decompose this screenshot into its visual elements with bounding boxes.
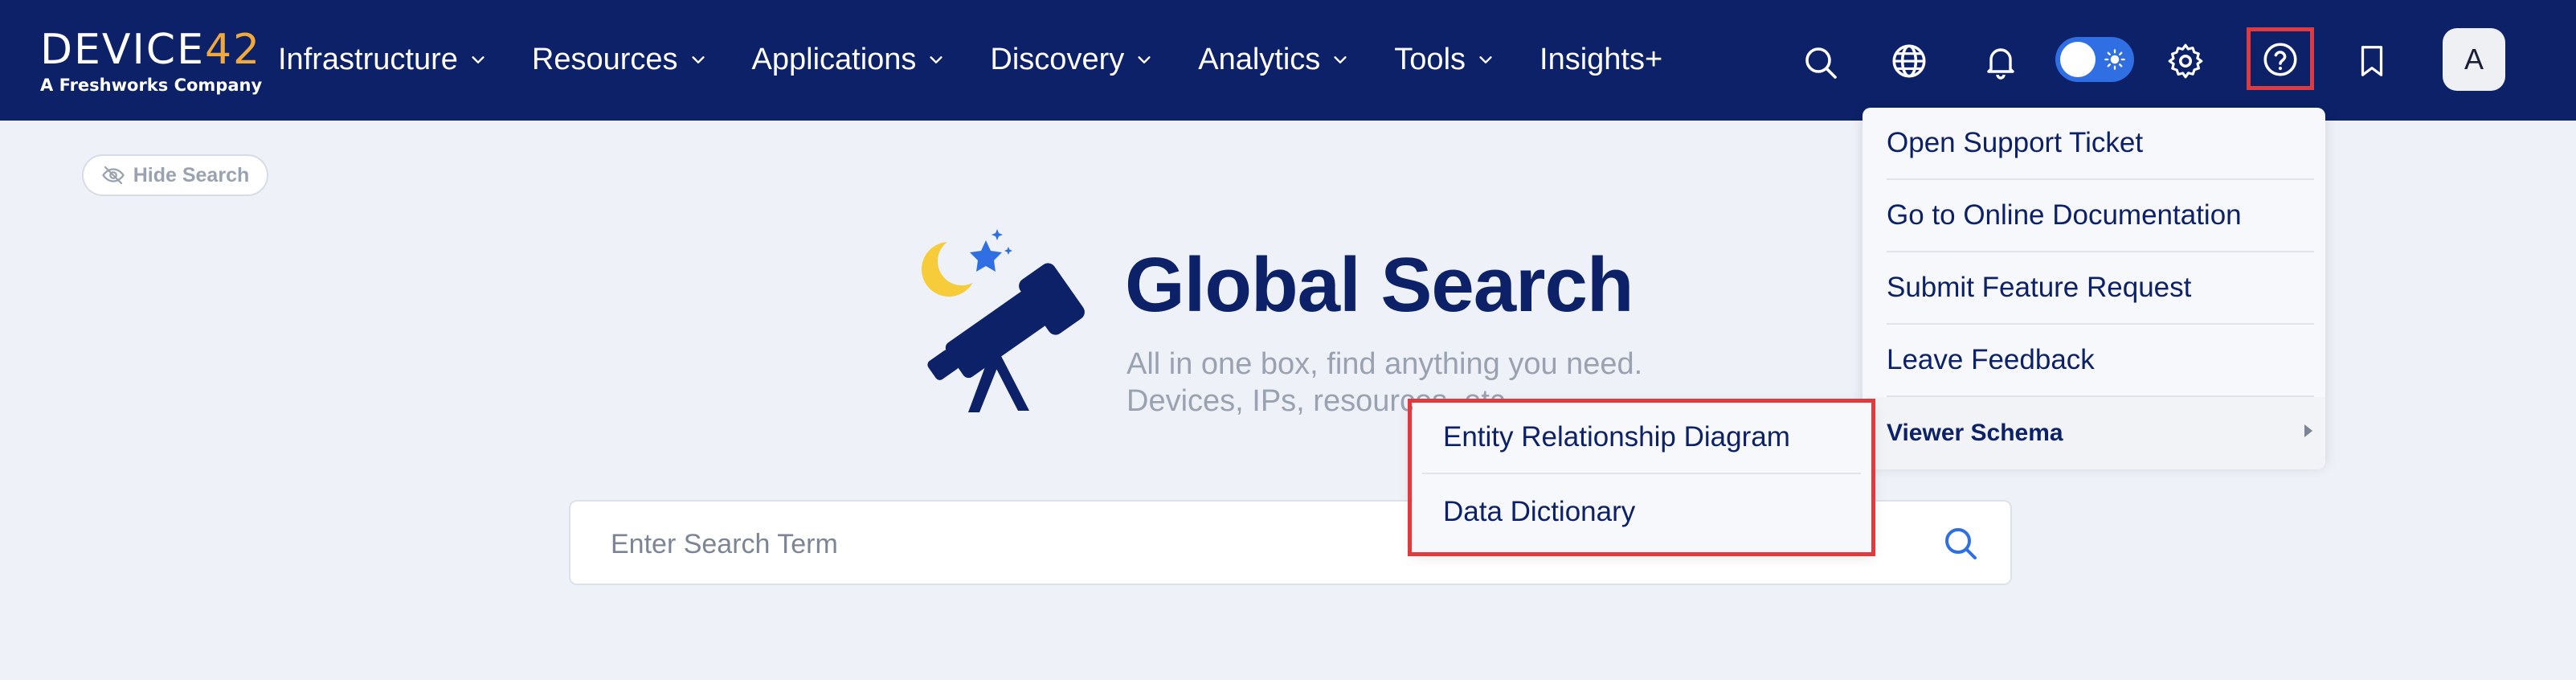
chevron-down-icon xyxy=(930,56,943,63)
nav-item-label: Insights+ xyxy=(1539,42,1663,76)
moon-icon xyxy=(922,237,986,297)
chevron-down-icon xyxy=(691,56,705,63)
chevron-down-icon xyxy=(1479,56,1492,63)
nav-item-infrastructure[interactable]: Infrastructure xyxy=(278,43,487,77)
help-dropdown-menu: Open Support Ticket Go to Online Documen… xyxy=(1862,108,2325,469)
telescope-illustration xyxy=(922,229,1085,412)
brand-wordmark: DEVICE42 xyxy=(40,26,262,74)
eye-off-icon xyxy=(101,166,125,185)
page-title: Global Search xyxy=(1125,242,1634,328)
toggle-knob xyxy=(2060,42,2096,77)
avatar[interactable]: A xyxy=(2443,28,2505,91)
nav-item-label: Resources xyxy=(531,42,678,76)
chevron-down-icon xyxy=(472,56,485,63)
chevron-down-icon xyxy=(1138,56,1151,63)
nav-item-label: Tools xyxy=(1394,42,1466,76)
gear-icon[interactable] xyxy=(2163,39,2208,84)
menu-item-submit-feature-request[interactable]: Submit Feature Request xyxy=(1887,252,2314,325)
nav-item-applications[interactable]: Applications xyxy=(752,43,946,77)
nav-item-label: Discovery xyxy=(990,42,1125,76)
menu-item-leave-feedback[interactable]: Leave Feedback xyxy=(1887,325,2314,397)
viewer-schema-submenu: Entity Relationship Diagram Data Diction… xyxy=(1413,402,1872,553)
search-icon[interactable] xyxy=(1798,40,1843,85)
subtitle-line: All in one box, find anything you need. xyxy=(1126,347,1643,381)
menu-item-online-documentation[interactable]: Go to Online Documentation xyxy=(1887,180,2314,252)
bell-icon[interactable] xyxy=(1978,39,2023,84)
menu-item-label: Viewer Schema xyxy=(1887,420,2063,446)
sun-icon xyxy=(2104,49,2125,70)
nav-item-analytics[interactable]: Analytics xyxy=(1198,43,1349,77)
main-nav: Infrastructure Resources Applications Di… xyxy=(278,35,1707,84)
hide-search-label: Hide Search xyxy=(133,163,250,186)
caret-right-icon xyxy=(2304,424,2312,437)
nav-item-label: Analytics xyxy=(1198,42,1321,76)
menu-item-open-support-ticket[interactable]: Open Support Ticket xyxy=(1887,108,2314,180)
bookmark-icon[interactable] xyxy=(2349,39,2394,84)
hide-search-button[interactable]: Hide Search xyxy=(82,154,268,196)
submenu-item-data-dictionary[interactable]: Data Dictionary xyxy=(1422,476,1861,548)
brand-logo[interactable]: DEVICE42 A Freshworks Company xyxy=(40,26,263,100)
submenu-item-entity-relationship-diagram[interactable]: Entity Relationship Diagram xyxy=(1422,402,1861,474)
nav-item-label: Infrastructure xyxy=(278,42,458,76)
nav-item-insights[interactable]: Insights+ xyxy=(1539,43,1662,77)
nav-item-discovery[interactable]: Discovery xyxy=(990,43,1153,77)
theme-toggle[interactable] xyxy=(2055,37,2134,82)
nav-item-resources[interactable]: Resources xyxy=(532,43,707,77)
nav-item-tools[interactable]: Tools xyxy=(1394,43,1494,77)
menu-item-viewer-schema[interactable]: Viewer Schema xyxy=(1867,397,2325,469)
brand-tagline: A Freshworks Company xyxy=(40,76,263,95)
search-submit-icon[interactable] xyxy=(1941,524,1981,564)
nav-item-label: Applications xyxy=(751,42,917,76)
top-navigation-bar: DEVICE42 A Freshworks Company Infrastruc… xyxy=(0,0,2576,121)
chevron-down-icon xyxy=(1334,56,1347,63)
globe-icon[interactable] xyxy=(1887,39,1932,84)
help-icon-highlight xyxy=(2247,27,2314,90)
